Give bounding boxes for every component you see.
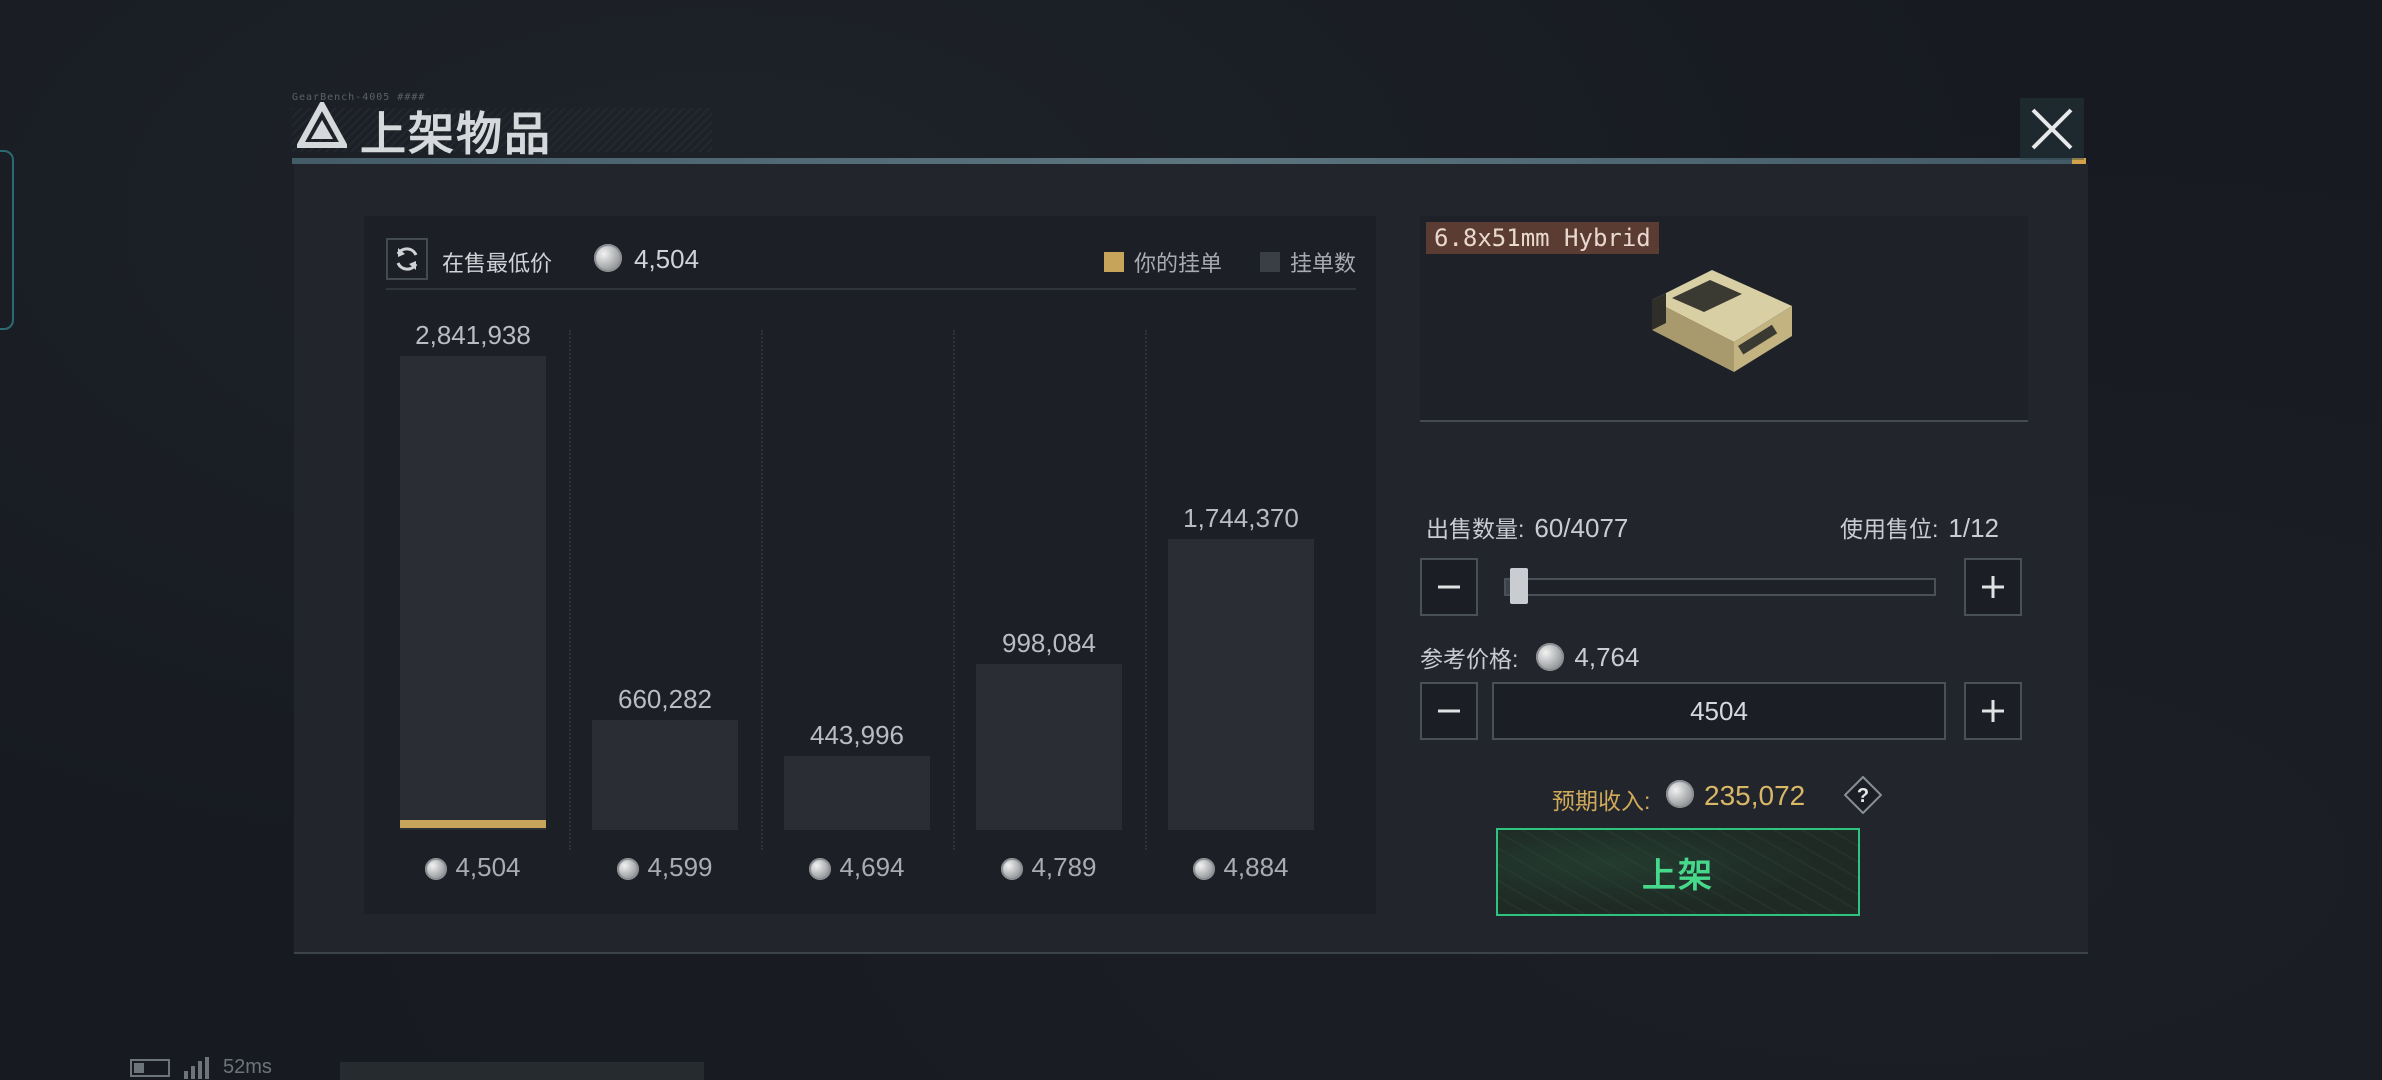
bar-chart-plot: 2,841,938 4,504 660,282 4,599 443,996 4,694 99… <box>364 290 1376 914</box>
price-decrease-button[interactable] <box>1420 682 1478 740</box>
bar-value-label: 660,282 <box>618 684 712 714</box>
slots-label-row: 使用售位: 1/12 <box>1840 510 1999 544</box>
refresh-button[interactable] <box>386 238 428 280</box>
plus-icon <box>1982 576 2004 598</box>
coin-icon <box>425 858 448 881</box>
chart-column-divider <box>761 330 763 850</box>
minus-icon <box>1438 585 1460 589</box>
bar-price-label: 4,789 <box>959 852 1139 883</box>
quantity-increase-button[interactable] <box>1964 558 2022 616</box>
quantity-value: 60/4077 <box>1534 513 1629 543</box>
chart-header: 在售最低价 4,504 你的挂单 挂单数 <box>386 230 1356 290</box>
bar-value-label: 2,841,938 <box>415 320 531 350</box>
coin-icon <box>1193 858 1216 881</box>
minus-icon <box>1438 709 1460 713</box>
price-input[interactable]: 4504 <box>1492 682 1946 740</box>
help-icon[interactable]: ? <box>1844 776 1882 814</box>
bar-price-label: 4,694 <box>767 852 947 883</box>
chart-column-divider <box>953 330 955 850</box>
bar-listing-count[interactable] <box>592 720 738 830</box>
coin-icon <box>809 858 832 881</box>
lowest-price-label: 在售最低价 <box>442 251 553 276</box>
refresh-icon <box>396 247 418 271</box>
bar-price-label: 4,599 <box>575 852 755 883</box>
item-underline <box>1420 420 2028 422</box>
side-panel-edge[interactable] <box>0 150 14 330</box>
price-chart-card: 在售最低价 4,504 你的挂单 挂单数 2,841,938 4,504 660,2… <box>364 216 1376 914</box>
quantity-slider[interactable] <box>1504 578 1936 596</box>
bar-listing-count[interactable] <box>400 356 546 830</box>
chart-column-divider <box>569 330 571 850</box>
close-button[interactable] <box>2020 98 2084 160</box>
status-bar: 52ms <box>130 1056 272 1079</box>
close-icon <box>2031 108 2073 150</box>
bar-own-listing <box>400 820 546 828</box>
expected-income-label: 预期收入: <box>1552 788 1651 814</box>
quantity-label: 出售数量: <box>1426 516 1525 542</box>
bar-price-text: 4,789 <box>1031 852 1097 882</box>
lowest-price-value: 4,504 <box>634 244 700 274</box>
bar-price-label: 4,884 <box>1151 852 1331 883</box>
bar-value-label: 998,084 <box>1002 628 1096 658</box>
coin-icon <box>617 858 640 881</box>
battery-icon <box>130 1058 170 1077</box>
coin-icon <box>594 244 622 272</box>
reference-price-label: 参考价格: <box>1420 646 1519 672</box>
legend-own-swatch <box>1103 252 1124 272</box>
reference-price-row: 参考价格: 4,764 <box>1420 640 1639 674</box>
dialog-panel: 在售最低价 4,504 你的挂单 挂单数 2,841,938 4,504 660,2… <box>294 164 2088 954</box>
bar-value-label: 1,744,370 <box>1183 503 1299 533</box>
chart-legend: 你的挂单 挂单数 <box>1078 246 1356 278</box>
coin-icon <box>1536 643 1565 671</box>
slots-label: 使用售位: <box>1840 516 1939 542</box>
reference-price-value: 4,764 <box>1574 641 1640 672</box>
list-item-button[interactable]: 上架 <box>1496 828 1860 916</box>
coin-icon <box>1666 780 1694 808</box>
legend-own-label: 你的挂单 <box>1133 251 1222 276</box>
bar-listing-count[interactable] <box>784 756 930 830</box>
bar-listing-count[interactable] <box>1168 539 1314 830</box>
ping-text: 52ms <box>223 1056 272 1078</box>
legend-own: 你的挂单 <box>1103 246 1222 278</box>
quantity-label-row: 出售数量: 60/4077 <box>1426 510 1628 544</box>
expected-income-row: 预期收入: 235,072 ? <box>1552 776 1992 816</box>
coin-icon <box>1001 858 1024 881</box>
bar-value-label: 443,996 <box>810 720 904 750</box>
svg-text:?: ? <box>1857 785 1869 807</box>
chart-column-divider <box>1145 330 1147 850</box>
bar-price-text: 4,504 <box>455 852 521 882</box>
bar-price-text: 4,599 <box>647 852 713 882</box>
item-preview: 6.8x51mm Hybrid <box>1420 216 2028 422</box>
quantity-slider-handle[interactable] <box>1510 568 1528 604</box>
legend-count-label: 挂单数 <box>1289 251 1356 276</box>
dialog-title: 上架物品 <box>360 107 552 161</box>
quantity-decrease-button[interactable] <box>1420 558 1478 616</box>
legend-count-swatch <box>1259 252 1280 272</box>
signal-icon <box>184 1056 209 1079</box>
ammo-box-image <box>1652 270 1792 372</box>
price-increase-button[interactable] <box>1964 682 2022 740</box>
bar-price-label: 4,504 <box>383 852 563 883</box>
logo-icon <box>297 102 347 148</box>
expected-income-value: 235,072 <box>1704 780 1806 811</box>
bar-listing-count[interactable] <box>976 664 1122 830</box>
bar-price-text: 4,884 <box>1223 852 1289 882</box>
dialog-header: GearBench-4005 #### 上架物品 <box>292 92 2086 164</box>
item-name-tag: 6.8x51mm Hybrid <box>1426 222 1659 254</box>
bar-price-text: 4,694 <box>839 852 905 882</box>
blurred-text <box>340 1062 704 1080</box>
plus-icon <box>1982 700 2004 722</box>
legend-count: 挂单数 <box>1259 246 1356 278</box>
slots-value: 1/12 <box>1948 513 1999 543</box>
